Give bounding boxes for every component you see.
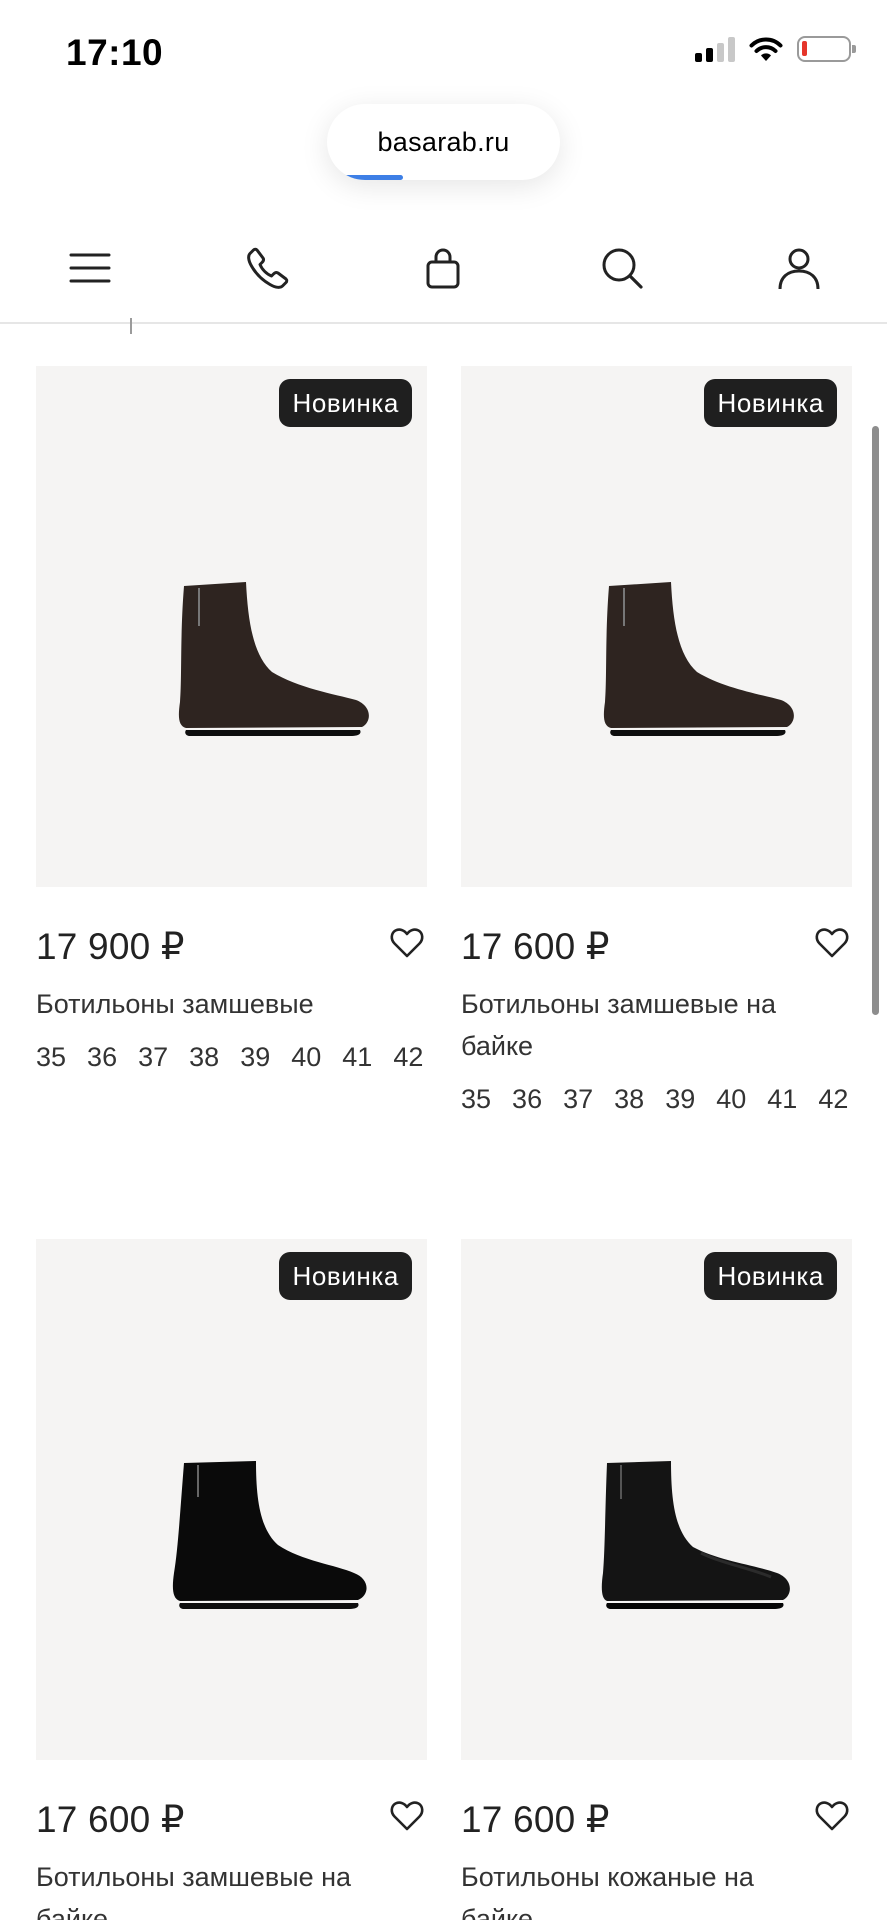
phone-button[interactable] [240, 240, 296, 296]
product-photo[interactable]: Новинка [36, 366, 427, 887]
size-option[interactable]: 35 [36, 1037, 66, 1077]
size-list: 35 36 37 38 39 40 41 42 [461, 1079, 852, 1119]
status-time: 17:10 [66, 32, 164, 73]
product-price: 17 600 ₽ [36, 1799, 185, 1840]
product-name[interactable]: Ботильоны замшевые [36, 983, 427, 1025]
boot-shape [172, 1461, 367, 1601]
suede-boot-image [603, 582, 794, 736]
cart-button[interactable] [415, 240, 471, 296]
size-option[interactable]: 40 [291, 1037, 321, 1077]
phone-icon [247, 247, 289, 289]
cart-icon [426, 248, 460, 289]
heart-icon[interactable] [389, 925, 425, 961]
address-bar[interactable]: basarab.ru [327, 104, 560, 180]
leather-boot-image [601, 1461, 790, 1609]
battery-icon [797, 36, 856, 62]
size-option[interactable]: 40 [716, 1079, 746, 1119]
wifi-icon [749, 37, 783, 61]
truncated-content-edge [130, 318, 136, 334]
size-option[interactable]: 36 [87, 1037, 117, 1077]
size-option[interactable]: 35 [461, 1079, 491, 1119]
size-option[interactable]: 37 [138, 1037, 168, 1077]
search-icon [602, 248, 643, 289]
site-header [0, 212, 887, 324]
suede-boot-image [178, 582, 369, 736]
product-name[interactable]: Ботильоны кожаные на байке [461, 1856, 852, 1920]
new-badge: Новинка [704, 1252, 837, 1300]
search-button[interactable] [594, 240, 650, 296]
heart-icon[interactable] [814, 1798, 850, 1834]
product-card[interactable]: Новинка 17 900 ₽ Ботильоны замшевые 35 36… [36, 366, 427, 1077]
size-option[interactable]: 42 [818, 1079, 848, 1119]
cellular-signal-icon [695, 36, 735, 62]
product-photo[interactable]: Новинка [461, 366, 852, 887]
boot-shape [601, 1461, 790, 1601]
product-price: 17 600 ₽ [461, 1799, 610, 1840]
suede-boot-image [172, 1461, 367, 1609]
heart-icon[interactable] [814, 925, 850, 961]
product-photo[interactable]: Новинка [461, 1239, 852, 1760]
size-option[interactable]: 39 [240, 1037, 270, 1077]
product-price: 17 600 ₽ [461, 926, 610, 967]
product-card[interactable]: Новинка 17 600 ₽ Ботильоны замшевые на б… [36, 1239, 427, 1920]
new-badge: Новинка [279, 379, 412, 427]
size-list: 35 36 37 38 39 40 41 42 [36, 1037, 427, 1077]
boot-shape [603, 582, 794, 728]
size-option[interactable]: 37 [563, 1079, 593, 1119]
size-option[interactable]: 38 [189, 1037, 219, 1077]
scrollbar[interactable] [872, 426, 879, 1015]
product-card[interactable]: Новинка 17 600 ₽ Ботильоны замшевые на б… [461, 366, 852, 1119]
page: 17:10 basarab.ru Новинка 17 900 ₽ Ботиль… [0, 0, 887, 1920]
account-icon [778, 248, 820, 290]
account-button[interactable] [771, 240, 827, 296]
heart-icon[interactable] [389, 1798, 425, 1834]
size-option[interactable]: 41 [342, 1037, 372, 1077]
new-badge: Новинка [279, 1252, 412, 1300]
page-load-progress [341, 175, 403, 180]
status-bar: 17:10 [0, 0, 887, 100]
product-name[interactable]: Ботильоны замшевые на байке [461, 983, 852, 1067]
new-badge: Новинка [704, 379, 837, 427]
size-option[interactable]: 41 [767, 1079, 797, 1119]
menu-icon [69, 253, 111, 283]
product-price: 17 900 ₽ [36, 926, 185, 967]
size-option[interactable]: 42 [393, 1037, 423, 1077]
url-text: basarab.ru [377, 126, 510, 157]
boot-shape [178, 582, 369, 728]
product-name[interactable]: Ботильоны замшевые на байке [36, 1856, 427, 1920]
size-option[interactable]: 38 [614, 1079, 644, 1119]
size-option[interactable]: 39 [665, 1079, 695, 1119]
status-icons [695, 36, 856, 62]
size-option[interactable]: 36 [512, 1079, 542, 1119]
menu-button[interactable] [62, 240, 118, 296]
product-photo[interactable]: Новинка [36, 1239, 427, 1760]
product-card[interactable]: Новинка 17 600 ₽ Ботильоны кожаные на ба… [461, 1239, 852, 1920]
